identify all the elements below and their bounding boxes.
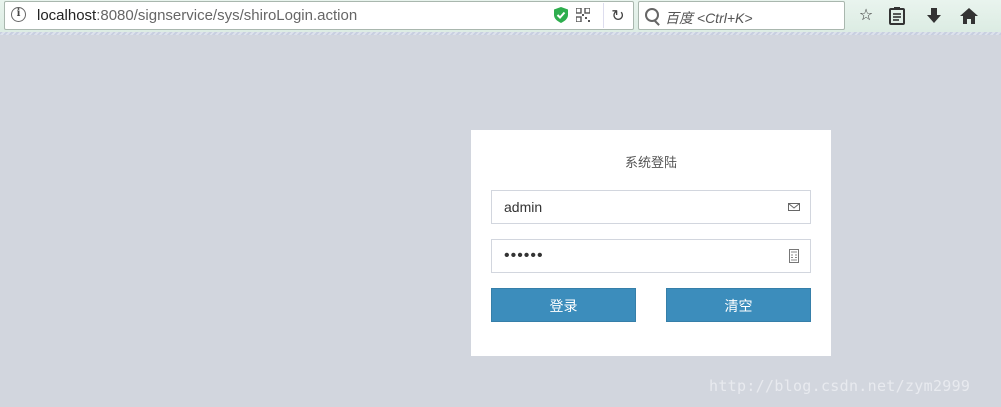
- login-title: 系统登陆: [624, 155, 677, 170]
- password-field[interactable]: [491, 239, 811, 273]
- username-field[interactable]: [491, 190, 811, 224]
- envelope-icon: [788, 203, 800, 211]
- toolbar-divider: [0, 32, 1001, 35]
- search-placeholder: 百度 <Ctrl+K>: [665, 10, 753, 26]
- reload-icon[interactable]: ↻: [603, 3, 632, 28]
- browser-toolbar: i localhost:8080/signservice/sys/shiroLo…: [0, 0, 1001, 33]
- login-button[interactable]: 登录: [491, 288, 636, 322]
- shield-icon[interactable]: [554, 7, 568, 23]
- lock-icon: [789, 249, 799, 263]
- address-bar[interactable]: i localhost:8080/signservice/sys/shiroLo…: [4, 1, 634, 30]
- clear-button[interactable]: 清空: [666, 288, 811, 322]
- qr-code-icon[interactable]: [576, 8, 590, 22]
- search-bar[interactable]: 百度 <Ctrl+K>: [638, 1, 845, 30]
- url-path: :8080/signservice/sys/shiroLogin.action: [96, 7, 358, 24]
- password-input[interactable]: [492, 240, 772, 272]
- info-icon[interactable]: i: [11, 7, 26, 22]
- download-icon[interactable]: [922, 4, 946, 28]
- url-host: localhost: [37, 7, 97, 24]
- username-input[interactable]: [492, 191, 772, 223]
- star-icon[interactable]: ☆: [852, 2, 880, 28]
- search-icon: [645, 8, 659, 22]
- watermark: http://blog.csdn.net/zym2999: [709, 377, 971, 395]
- home-icon[interactable]: [957, 4, 981, 28]
- url-text[interactable]: localhost:8080/signservice/sys/shiroLogi…: [37, 7, 357, 24]
- login-box: 系统登陆 登录 清空: [471, 130, 831, 356]
- reading-list-icon[interactable]: [885, 4, 909, 28]
